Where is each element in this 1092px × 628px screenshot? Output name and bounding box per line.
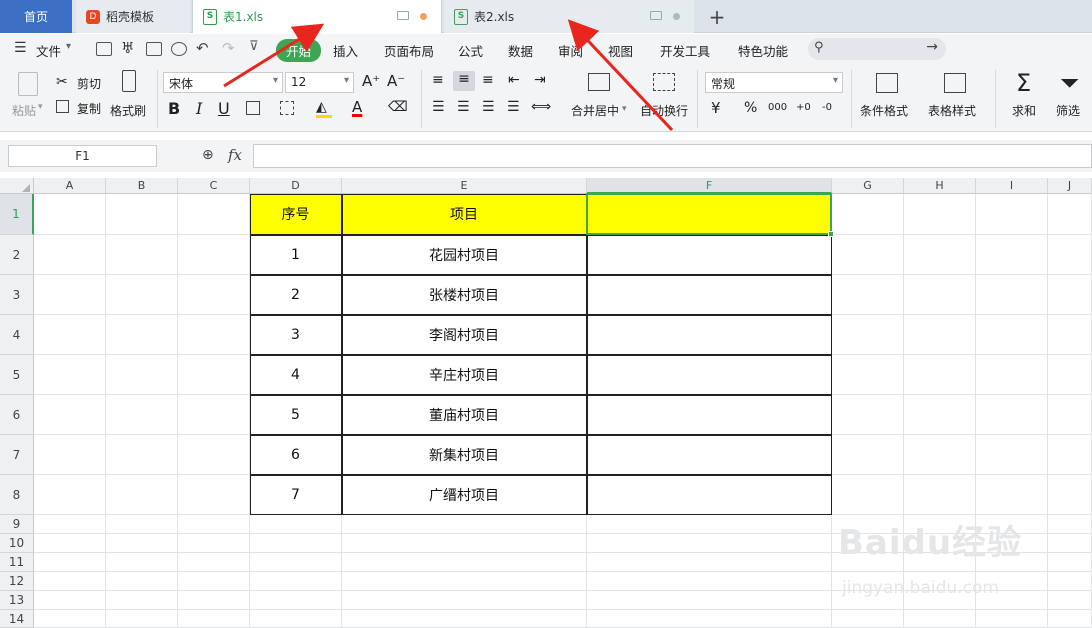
table-cell[interactable]: 李阁村项目 <box>341 314 587 355</box>
table-cell[interactable]: 张楼村项目 <box>341 274 587 315</box>
table-cell[interactable]: 3 <box>249 314 342 355</box>
table-cell[interactable]: 辛庄村项目 <box>341 354 587 395</box>
watermark-url: jingyan.baidu.com <box>842 578 999 598</box>
table-cell[interactable]: 花园村项目 <box>341 234 587 275</box>
table-cell[interactable]: 新集村项目 <box>341 434 587 475</box>
table-cell[interactable]: 广缙村项目 <box>341 474 587 515</box>
fill-handle[interactable] <box>828 231 834 237</box>
table-cell[interactable]: 6 <box>249 434 342 475</box>
table-cell[interactable] <box>586 354 832 395</box>
table-cell[interactable]: 2 <box>249 274 342 315</box>
table-cell[interactable]: 5 <box>249 394 342 435</box>
table-cell[interactable] <box>586 314 832 355</box>
table-cell[interactable] <box>586 274 832 315</box>
table-cell[interactable] <box>586 474 832 515</box>
watermark-brand: Baidu经验 <box>838 523 1023 563</box>
table-cell[interactable]: 1 <box>249 234 342 275</box>
header-cell[interactable]: 序号 <box>249 193 342 235</box>
table-cell[interactable]: 7 <box>249 474 342 515</box>
header-cell[interactable]: 项目 <box>341 193 587 235</box>
table-cell[interactable]: 4 <box>249 354 342 395</box>
table-cell[interactable]: 董庙村项目 <box>341 394 587 435</box>
selected-cell-f1[interactable] <box>586 193 834 237</box>
table-cell[interactable] <box>586 234 832 275</box>
table-cell[interactable] <box>586 394 832 435</box>
table-cell[interactable] <box>586 434 832 475</box>
